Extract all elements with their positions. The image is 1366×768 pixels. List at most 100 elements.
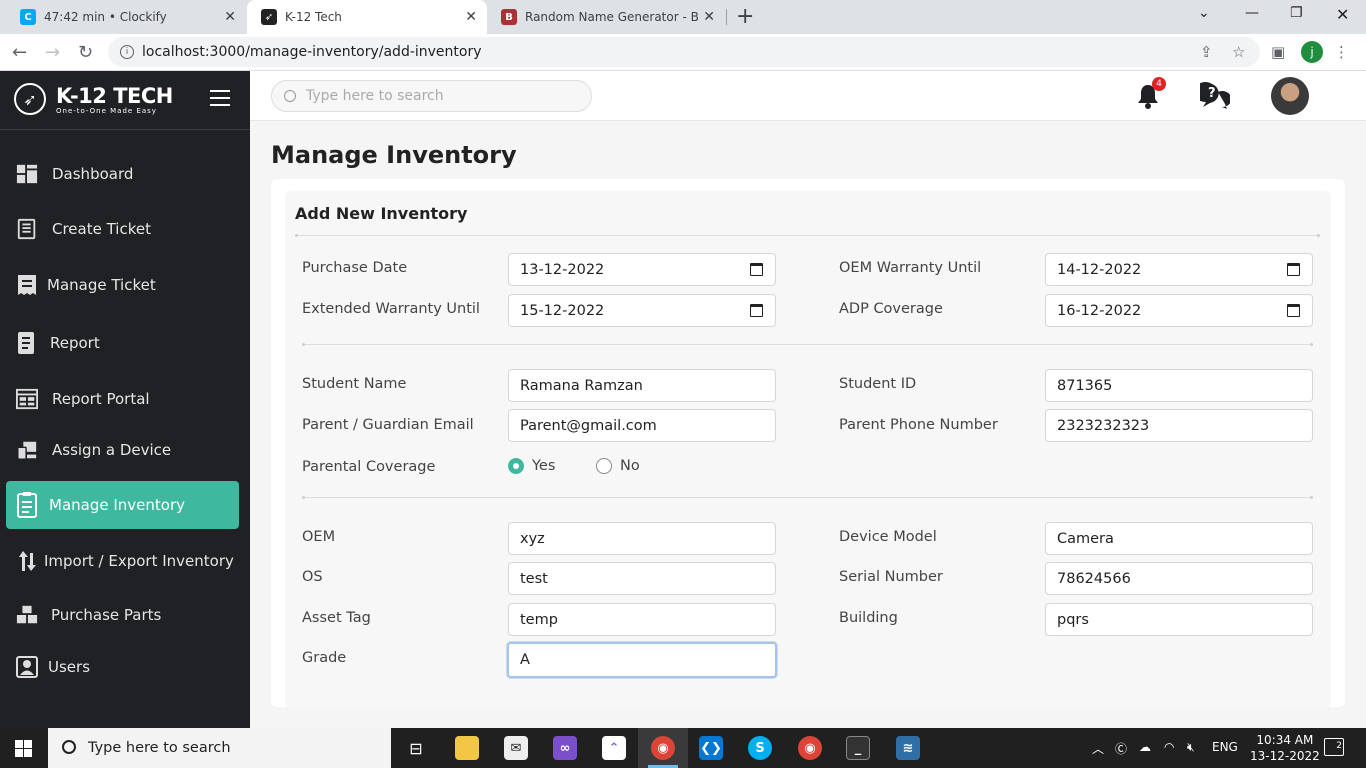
onedrive-icon[interactable]: ☁ [1139, 740, 1151, 754]
card-container: Add New Inventory Purchase Date 13-12-20… [271, 179, 1345, 707]
profile-avatar[interactable]: j [1301, 41, 1323, 63]
skype-icon[interactable]: S [748, 736, 772, 760]
url-text: localhost:3000/manage-inventory/add-inve… [142, 44, 482, 60]
sidebar-item-purchase-parts[interactable]: Purchase Parts [6, 591, 239, 639]
sidebar-item-manage-ticket[interactable]: Manage Ticket [6, 261, 239, 309]
forward-icon[interactable]: → [45, 42, 60, 63]
close-tab-icon[interactable]: ✕ [224, 9, 236, 25]
sidebar-item-users[interactable]: Users [6, 643, 239, 691]
share-icon[interactable]: ⇪ [1200, 43, 1213, 61]
sidebar-item-label: Manage Inventory [49, 496, 185, 514]
calendar-icon[interactable] [1287, 263, 1300, 276]
calendar-icon[interactable] [750, 263, 763, 276]
search-placeholder: Type here to search [306, 88, 444, 104]
vscode-icon[interactable]: ❮❯ [699, 736, 723, 760]
device-model-value: Camera [1057, 530, 1114, 547]
student-id-value: 871365 [1057, 377, 1113, 394]
parental-coverage-no-radio[interactable]: No [596, 458, 640, 474]
taskbar-clock[interactable]: 10:34 AM 13-12-2022 [1250, 732, 1320, 764]
chrome-icon[interactable]: ◉ [651, 736, 675, 760]
users-icon [16, 655, 38, 679]
taskbar-search-input[interactable]: Type here to search [48, 728, 391, 768]
app-header: Type here to search 4 ? [250, 71, 1366, 121]
reload-icon[interactable]: ↻ [78, 42, 93, 63]
maximize-button[interactable]: ❐ [1290, 5, 1303, 21]
sidebar-item-import-export[interactable]: Import / Export Inventory [6, 537, 239, 585]
sidebar-item-report-portal[interactable]: Report Portal [6, 375, 239, 423]
sidebar-item-label: Import / Export Inventory [44, 552, 234, 570]
purchase-date-input[interactable]: 13-12-2022 [508, 253, 776, 286]
new-tab-button[interactable]: + [736, 4, 754, 29]
windows-start-icon[interactable] [15, 740, 32, 757]
device-model-input[interactable]: Camera [1045, 522, 1313, 555]
section-divider [295, 234, 1320, 237]
notification-center-icon[interactable]: 2 [1324, 738, 1344, 756]
grade-input[interactable]: A [507, 642, 777, 678]
sidebar-item-report[interactable]: Report [6, 319, 239, 367]
side-panel-icon[interactable]: ▣ [1271, 43, 1285, 61]
parental-coverage-yes-radio[interactable]: Yes [508, 458, 555, 474]
mail-icon[interactable]: ✉ [504, 736, 528, 760]
task-view-icon[interactable]: ⊟ [404, 736, 428, 760]
url-bar[interactable]: i localhost:3000/manage-inventory/add-in… [108, 37, 1260, 67]
extended-warranty-input[interactable]: 15-12-2022 [508, 294, 776, 327]
parent-phone-input[interactable]: 2323232323 [1045, 409, 1313, 442]
calendar-icon[interactable] [1287, 304, 1300, 317]
tab-separator [726, 9, 727, 25]
browser-tray-icon[interactable]: Ⓒ [1115, 740, 1127, 757]
adp-coverage-input[interactable]: 16-12-2022 [1045, 294, 1313, 327]
chrome-menu-icon[interactable]: ⋮ [1334, 43, 1349, 61]
manage-ticket-icon [16, 273, 38, 297]
tab-random-name[interactable]: B Random Name Generator - Behin ✕ [487, 0, 725, 34]
search-input[interactable]: Type here to search [271, 80, 592, 112]
asset-tag-input[interactable]: temp [508, 603, 776, 636]
building-input[interactable]: pqrs [1045, 603, 1313, 636]
calendar-icon[interactable] [750, 304, 763, 317]
building-label: Building [839, 610, 898, 626]
close-tab-icon[interactable]: ✕ [703, 9, 715, 25]
sidebar-item-label: Purchase Parts [51, 606, 162, 624]
file-explorer-icon[interactable] [455, 736, 479, 760]
help-chat-icon[interactable]: ? [1194, 82, 1232, 114]
sidebar-divider [0, 129, 250, 130]
manage-inventory-icon [16, 492, 38, 518]
tab-clockify[interactable]: C 47:42 min • Clockify ✕ [6, 0, 246, 34]
serial-number-input[interactable]: 78624566 [1045, 562, 1313, 595]
terminal-icon[interactable]: _ [846, 736, 870, 760]
sidebar-item-manage-inventory[interactable]: Manage Inventory [6, 481, 239, 529]
volume-muted-icon[interactable]: 🔇︎ [1187, 740, 1195, 755]
parent-email-input[interactable]: Parent@gmail.com [508, 409, 776, 442]
minimize-button[interactable]: — [1245, 5, 1259, 21]
oem-input[interactable]: xyz [508, 522, 776, 555]
show-hidden-icons[interactable]: ︿ [1092, 740, 1104, 757]
mysql-workbench-icon[interactable]: ≋ [896, 736, 920, 760]
brand-logo[interactable]: ➶ K-12 TECH One-to-One Made Easy [14, 83, 173, 115]
sidebar-item-dashboard[interactable]: Dashboard [6, 150, 239, 198]
sidebar-item-create-ticket[interactable]: Create Ticket [6, 205, 239, 253]
sidebar-item-assign-device[interactable]: Assign a Device [6, 426, 239, 474]
tab-k12-tech[interactable]: ➶ K-12 Tech ✕ [247, 0, 487, 34]
visual-studio-icon[interactable]: ∞ [553, 736, 577, 760]
language-indicator[interactable]: ENG [1212, 740, 1238, 754]
main-content: Manage Inventory Add New Inventory Purch… [250, 121, 1366, 728]
assign-device-icon [16, 438, 38, 462]
close-tab-icon[interactable]: ✕ [465, 9, 477, 25]
bookmark-star-icon[interactable]: ☆ [1232, 43, 1245, 61]
site-info-icon[interactable]: i [120, 45, 134, 59]
clickup-icon[interactable]: ⌃ [602, 736, 626, 760]
back-icon[interactable]: ← [12, 42, 27, 63]
student-id-input[interactable]: 871365 [1045, 369, 1313, 402]
chrome-profile-icon[interactable]: ◉ [798, 736, 822, 760]
wifi-icon[interactable]: ◠ [1164, 740, 1174, 754]
user-avatar[interactable] [1271, 77, 1309, 115]
close-window-button[interactable]: ✕ [1336, 5, 1349, 24]
os-input[interactable]: test [508, 562, 776, 595]
tab-search-icon[interactable]: ⌄ [1198, 5, 1210, 21]
oem-warranty-input[interactable]: 14-12-2022 [1045, 253, 1313, 286]
hamburger-menu-icon[interactable] [210, 90, 230, 111]
svg-text:?: ? [1208, 86, 1216, 101]
serial-number-label: Serial Number [839, 569, 943, 585]
student-name-input[interactable]: Ramana Ramzan [508, 369, 776, 402]
asset-tag-value: temp [520, 611, 558, 628]
sidebar: ➶ K-12 TECH One-to-One Made Easy Dashboa… [0, 71, 250, 728]
